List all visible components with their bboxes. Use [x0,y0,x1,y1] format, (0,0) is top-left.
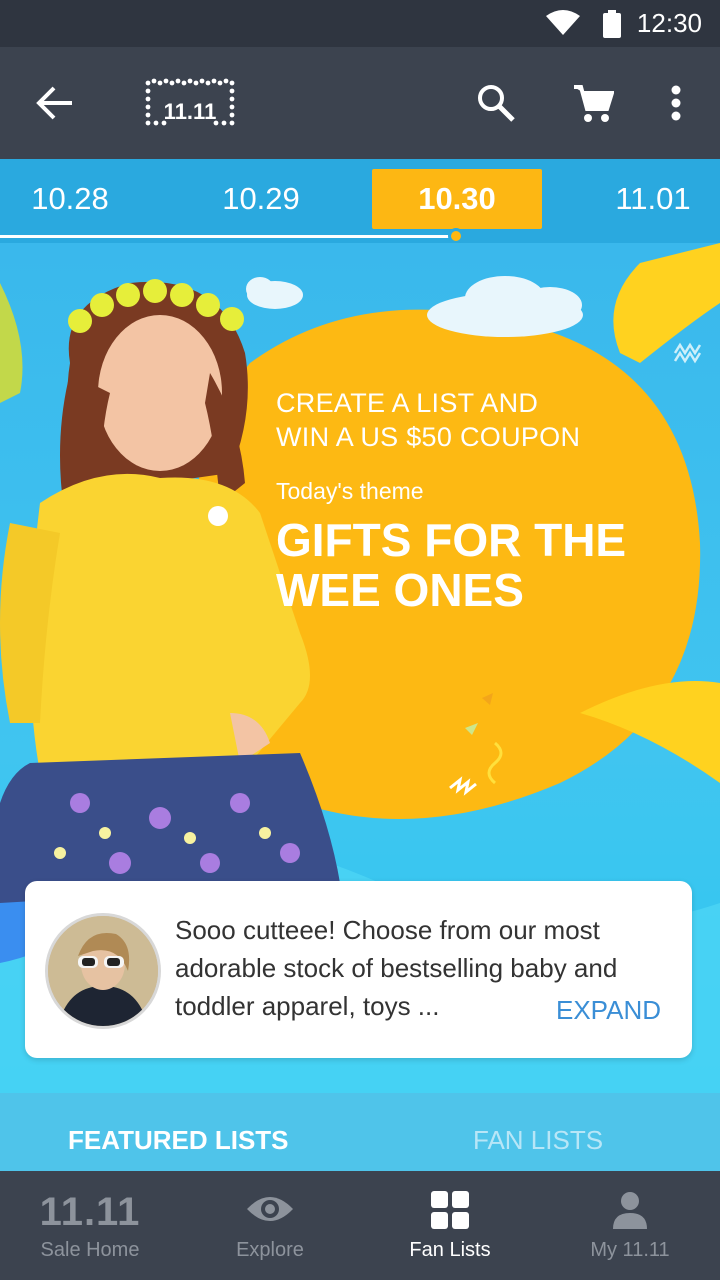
eye-icon [180,1191,360,1227]
hero-cta-line2: WIN A US $50 COUPON [276,422,581,452]
svg-text:11.11: 11.11 [164,99,217,124]
date-tab-1029[interactable]: 10.29 [176,169,346,229]
status-bar: 12:30 [0,0,720,47]
nav-label-explore: Explore [236,1239,304,1261]
theme-description-card: Sooo cutteee! Choose from our most adora… [25,881,692,1058]
nav-sale-home[interactable]: 11.11 Sale Home [0,1171,180,1280]
nav-label-my-1111: My 11.11 [590,1239,670,1261]
hero-theme-title: GIFTS FOR THE WEE ONES [276,515,626,615]
tab-featured-lists[interactable]: FEATURED LISTS [68,1093,289,1171]
date-progress-line [0,235,455,238]
date-tabs: 10.28 10.29 10.30 11.01 [0,159,720,244]
date-progress-dot [448,228,464,244]
status-time: 12:30 [636,8,702,38]
tab-fan-lists[interactable]: FAN LISTS [473,1093,603,1171]
nav-my-1111[interactable]: My 11.11 [540,1171,720,1280]
hero-cta-line1: CREATE A LIST AND [276,388,539,418]
hero-cta-text: CREATE A LIST AND WIN A US $50 COUPON [276,386,580,454]
nav-explore[interactable]: Explore [180,1171,360,1280]
hero-theme-label: Today's theme [276,478,424,504]
search-icon[interactable] [476,83,516,128]
nav-fan-lists[interactable]: Fan Lists [360,1171,540,1280]
wifi-icon [546,10,580,41]
date-tab-1028[interactable]: 10.28 [0,169,155,229]
brand-logo[interactable]: 11.11 [142,75,238,134]
curator-avatar[interactable] [45,913,161,1029]
person-icon [540,1191,720,1229]
cart-icon[interactable] [572,83,615,128]
battery-icon [603,10,621,43]
more-vert-icon[interactable] [670,85,682,126]
expand-link[interactable]: EXPAND [556,995,661,1026]
hero-theme-line2: WEE ONES [276,564,524,616]
date-tab-1101[interactable]: 11.01 [568,169,720,229]
hero-theme-line1: GIFTS FOR THE [276,514,627,566]
list-section-tabs: FEATURED LISTS FAN LISTS [0,1093,720,1171]
date-tab-1030[interactable]: 10.30 [372,169,542,229]
back-arrow-icon[interactable] [36,85,74,126]
bottom-navigation: 11.11 Sale Home Explore Fan Lists My 11.… [0,1171,720,1280]
nav-label-sale-home: Sale Home [40,1239,140,1261]
grid-icon [360,1191,540,1229]
brand-1111-icon: 11.11 [39,1190,141,1234]
nav-label-fan-lists: Fan Lists [409,1239,491,1261]
app-bar: 11.11 [0,47,720,159]
